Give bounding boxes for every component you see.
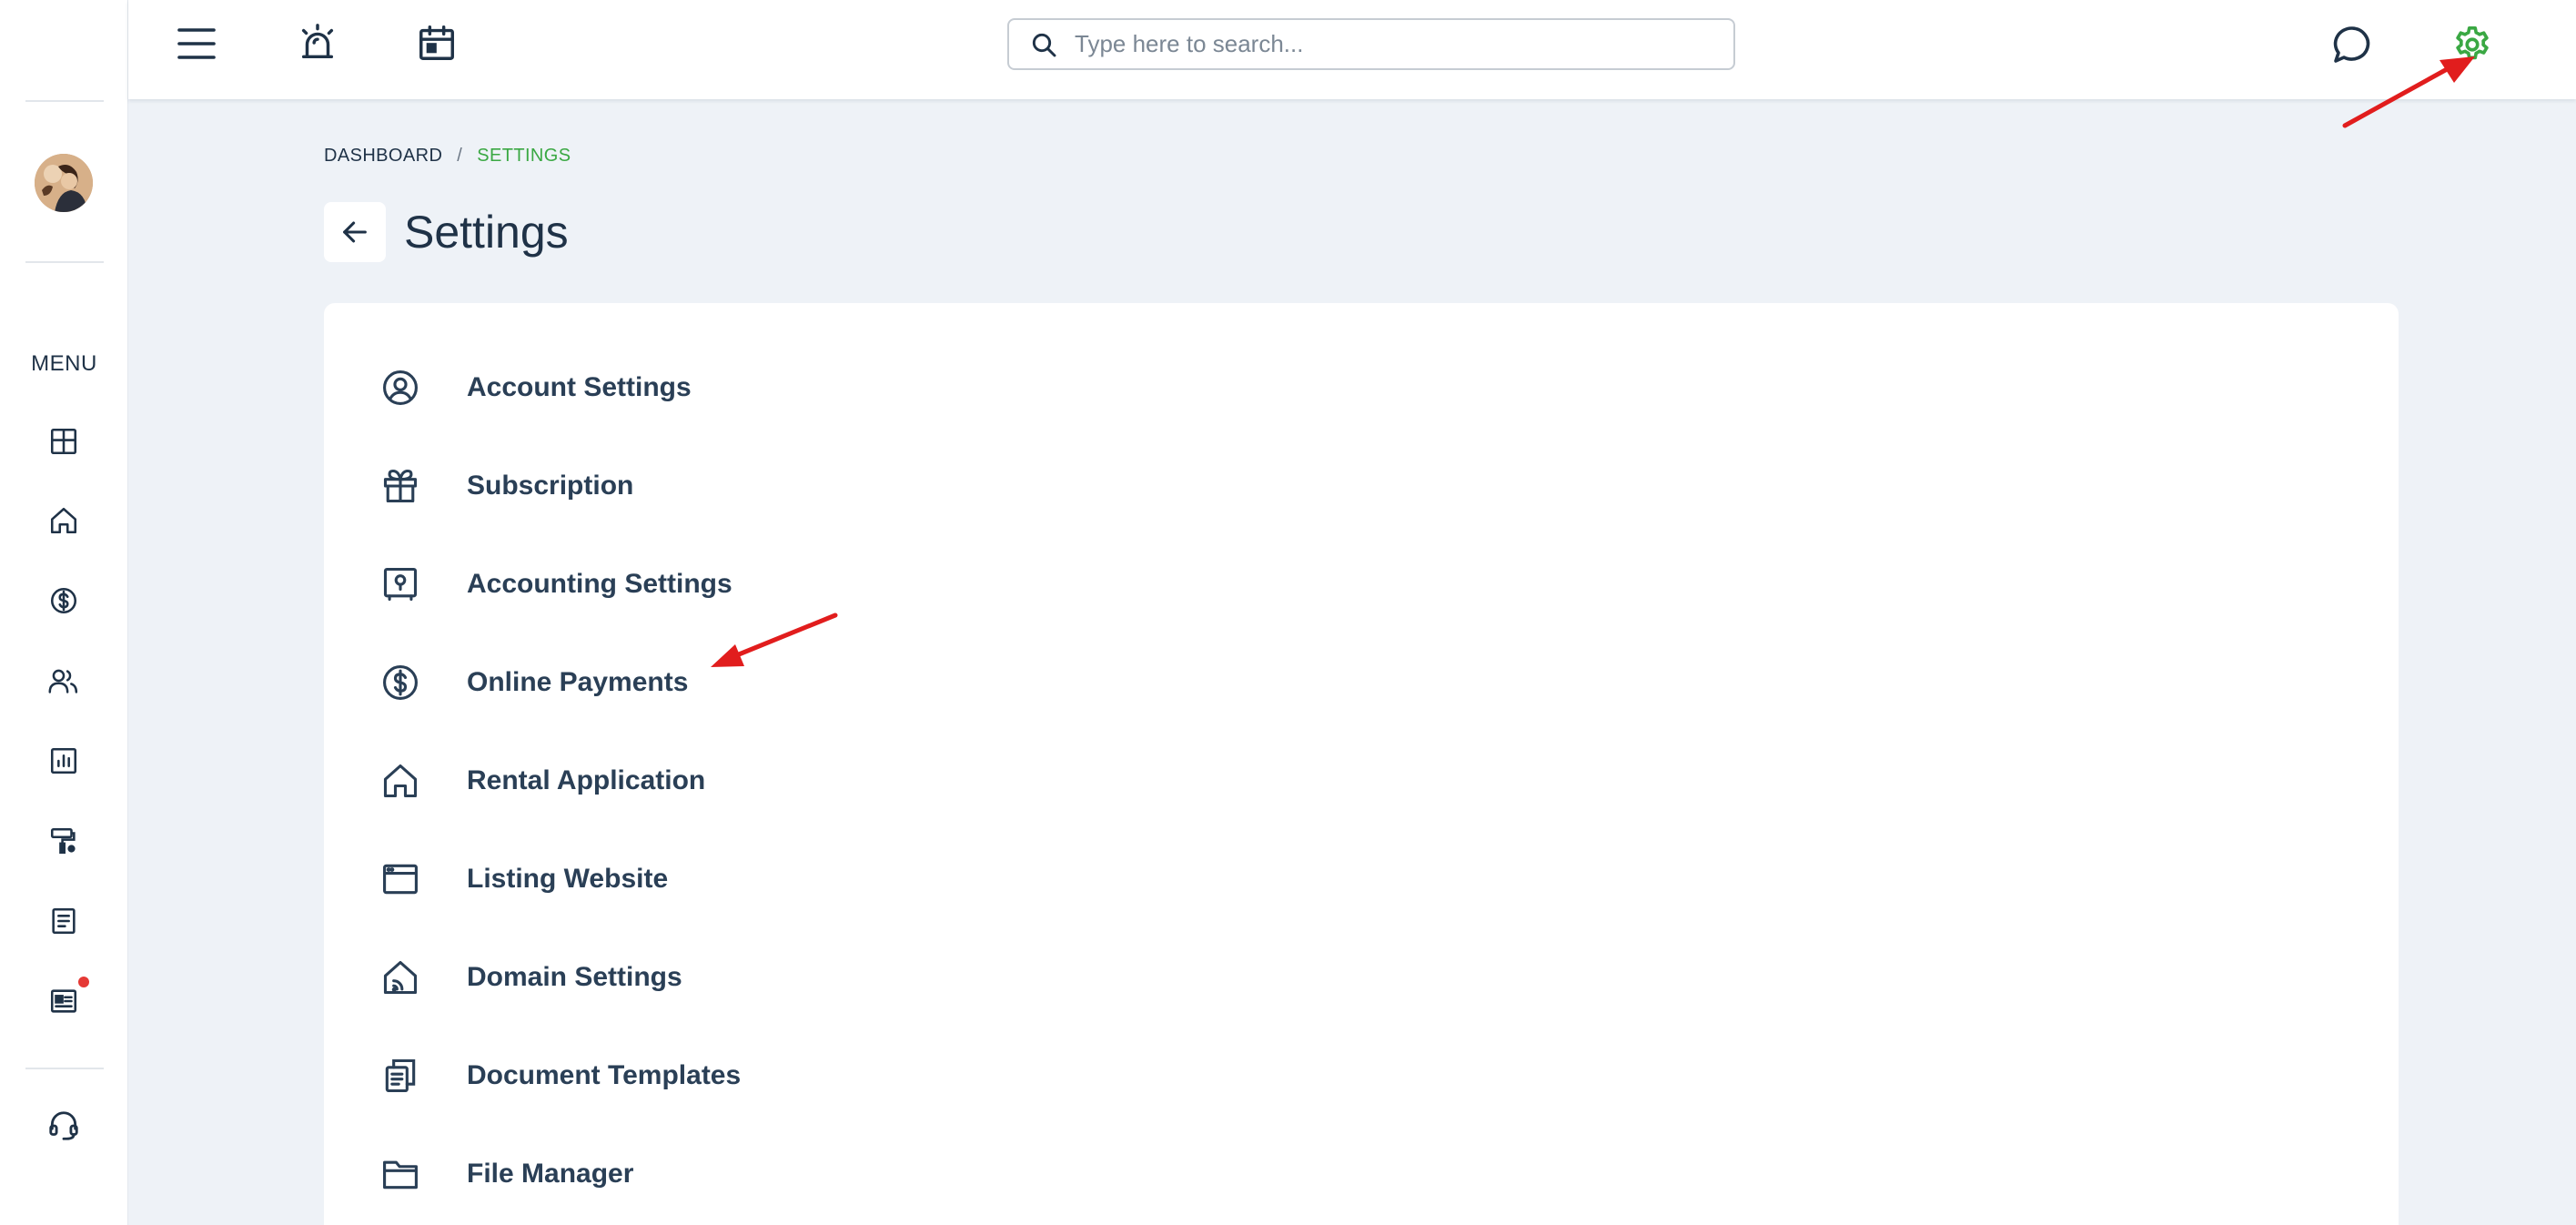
chat-icon (2333, 26, 2370, 63)
support-button[interactable] (45, 1108, 82, 1144)
home-icon (379, 759, 422, 803)
settings-item-label: Subscription (467, 471, 634, 501)
breadcrumb-separator: / (457, 146, 463, 166)
settings-item-online-payments[interactable]: Online Payments (379, 655, 688, 710)
settings-item-account-settings[interactable]: Account Settings (379, 360, 692, 415)
sidebar-item-announcements[interactable] (45, 983, 82, 1019)
avatar[interactable] (35, 154, 93, 212)
settings-item-label: Domain Settings (467, 962, 682, 992)
sidebar-item-maintenance[interactable] (45, 823, 82, 859)
settings-card: Account Settings Subscription Accounting… (324, 303, 2399, 1225)
dashboard-icon (50, 428, 77, 455)
notification-dot (78, 977, 89, 987)
back-button[interactable] (324, 202, 386, 262)
home-wifi-icon (379, 956, 422, 999)
settings-item-label: Accounting Settings (467, 569, 732, 599)
folder-icon (379, 1152, 422, 1196)
alarm-icon (301, 24, 334, 59)
page-title: Settings (404, 207, 569, 258)
documents-icon (379, 1054, 422, 1098)
sidebar-item-dashboard[interactable] (45, 423, 82, 460)
dollar-circle-icon (379, 661, 422, 704)
users-icon (48, 669, 78, 693)
sidebar-item-payments[interactable] (45, 582, 82, 619)
settings-item-file-manager[interactable]: File Manager (379, 1147, 633, 1201)
headset-icon (49, 1111, 78, 1140)
sidebar: MENU (0, 0, 128, 1225)
settings-item-label: Online Payments (467, 667, 689, 697)
sidebar-item-people[interactable] (45, 663, 82, 699)
menu-label: MENU (31, 351, 97, 376)
sidebar-divider (25, 100, 104, 102)
breadcrumb-settings: SETTINGS (477, 146, 571, 166)
alerts-button[interactable] (294, 19, 341, 66)
sidebar-item-properties[interactable] (45, 502, 82, 539)
document-icon (52, 907, 76, 935)
sidebar-item-documents[interactable] (45, 903, 82, 939)
settings-item-accounting-settings[interactable]: Accounting Settings (379, 557, 732, 612)
settings-item-label: Document Templates (467, 1060, 742, 1090)
calendar-button[interactable] (413, 19, 460, 66)
search-input[interactable] (1075, 30, 1712, 58)
settings-item-label: Listing Website (467, 864, 669, 894)
breadcrumb-dashboard[interactable]: DASHBOARD (324, 146, 442, 167)
user-circle-icon (379, 366, 422, 410)
breadcrumb: DASHBOARD / SETTINGS (324, 146, 571, 167)
gear-icon (2456, 25, 2489, 60)
settings-item-label: Account Settings (467, 372, 692, 402)
settings-item-subscription[interactable]: Subscription (379, 459, 633, 513)
settings-item-domain-settings[interactable]: Domain Settings (379, 950, 682, 1005)
sidebar-divider (25, 1068, 104, 1069)
search-icon (1032, 33, 1056, 56)
calendar-icon (419, 25, 454, 60)
hamburger-menu-button[interactable] (173, 20, 220, 67)
settings-item-rental-application[interactable]: Rental Application (379, 754, 705, 808)
settings-item-document-templates[interactable]: Document Templates (379, 1048, 741, 1103)
sidebar-divider (25, 261, 104, 263)
settings-button[interactable] (2449, 21, 2496, 68)
search-bar[interactable] (1007, 18, 1735, 70)
top-bar (128, 0, 2576, 99)
sidebar-item-reports[interactable] (45, 743, 82, 779)
gift-icon (379, 464, 422, 508)
maintenance-icon (50, 827, 76, 855)
reports-icon (50, 747, 77, 774)
dollar-icon (50, 587, 77, 614)
settings-item-listing-website[interactable]: Listing Website (379, 852, 668, 906)
settings-item-label: Rental Application (467, 765, 706, 795)
browser-window-icon (379, 857, 422, 901)
news-icon (50, 989, 77, 1013)
settings-item-label: File Manager (467, 1159, 634, 1189)
home-icon (50, 507, 77, 534)
chat-button[interactable] (2329, 21, 2376, 68)
hamburger-menu-icon (177, 28, 216, 59)
arrow-left-icon (343, 221, 367, 243)
safe-icon (379, 562, 422, 606)
